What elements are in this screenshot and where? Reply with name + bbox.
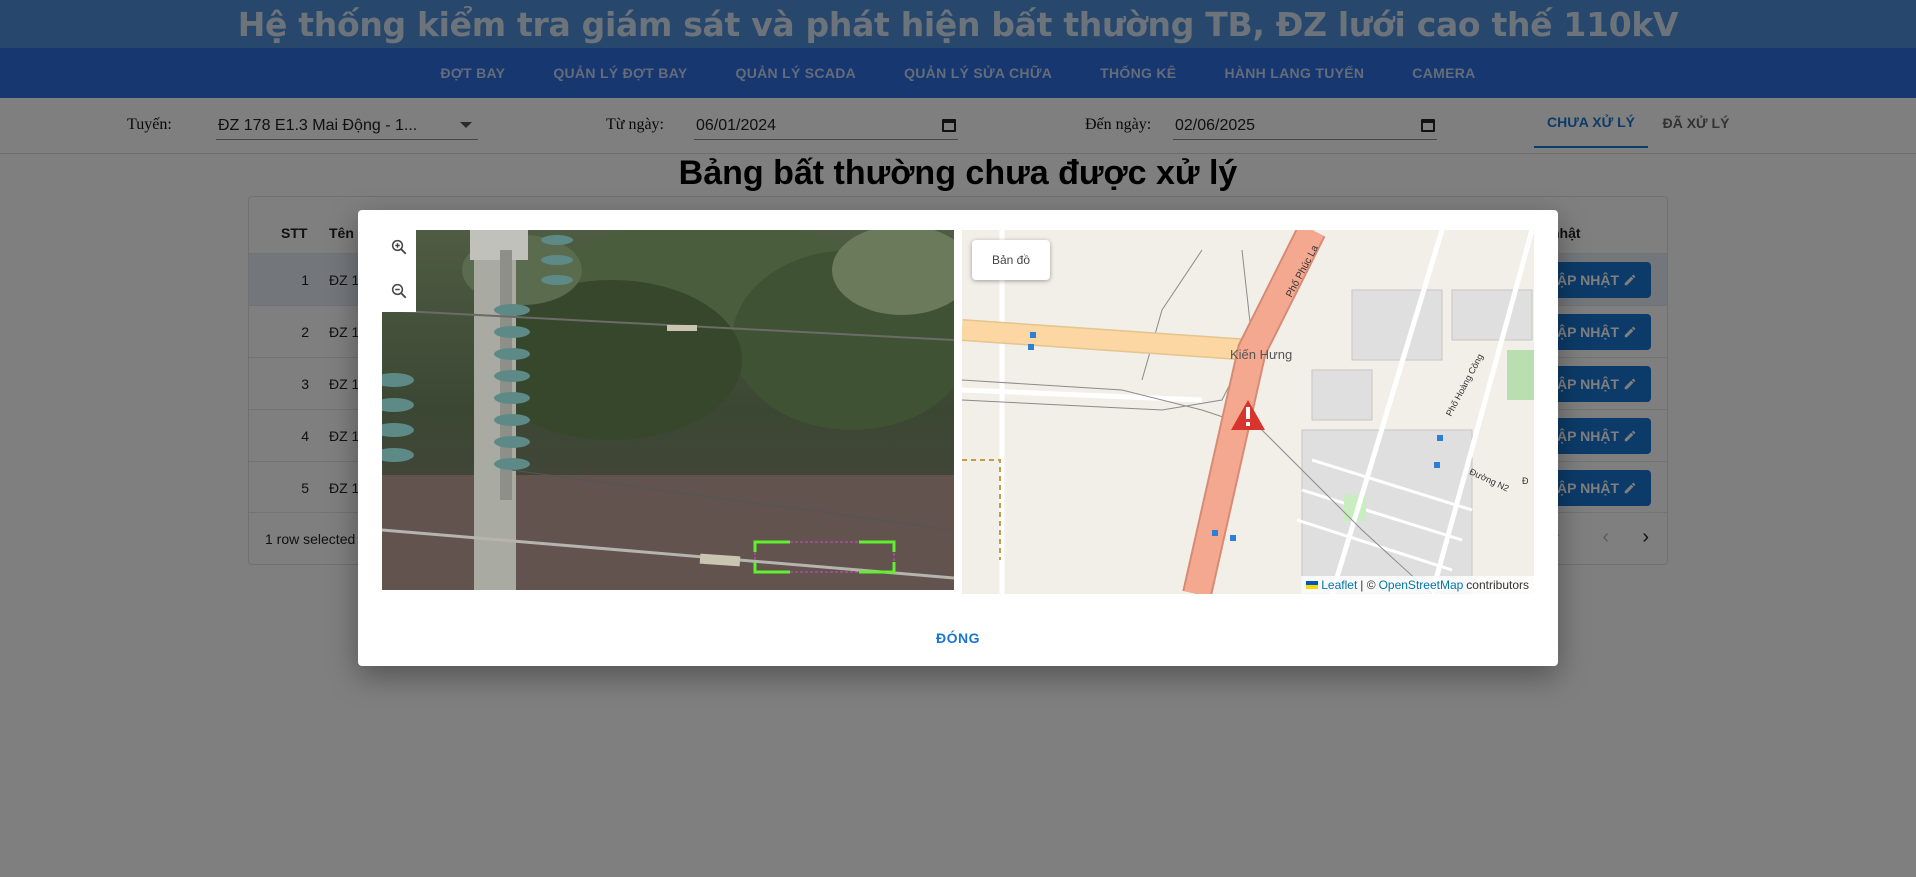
zoom-out-icon[interactable] [390, 282, 408, 300]
attribution-suffix: contributors [1466, 578, 1529, 592]
close-button[interactable]: ĐÓNG [358, 630, 1558, 646]
zoom-controls [382, 230, 416, 312]
map-label-road: Đ [1522, 476, 1529, 486]
leaflet-link[interactable]: Leaflet [1321, 578, 1357, 592]
location-map[interactable]: Kiến Hưng Phố Phúc La Phố Hoàng Công Đườ… [962, 230, 1534, 594]
inspection-image[interactable] [382, 230, 954, 590]
anomaly-detail-dialog: Kiến Hưng Phố Phúc La Phố Hoàng Công Đườ… [358, 210, 1558, 666]
zoom-in-icon[interactable] [390, 238, 408, 256]
map-layer-button[interactable]: Bản đồ [972, 240, 1050, 280]
map-label-area: Kiến Hưng [1230, 347, 1293, 362]
attribution-separator: | © [1360, 578, 1376, 592]
ukraine-flag-icon [1306, 581, 1319, 589]
inspection-photo [382, 230, 954, 590]
map-attribution: Leaflet | © OpenStreetMap contributors [1301, 576, 1534, 594]
osm-link[interactable]: OpenStreetMap [1379, 578, 1464, 592]
